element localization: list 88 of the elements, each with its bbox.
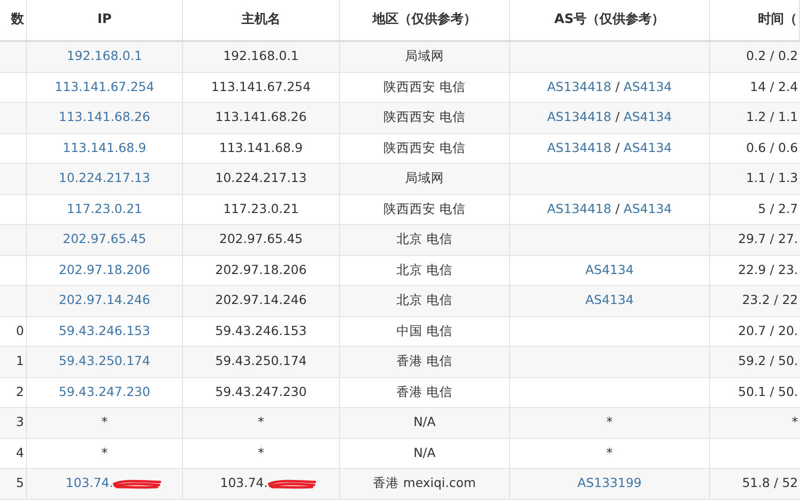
table-cell-text: 202.97.14.246 <box>215 291 307 310</box>
table-cell-text: 59.43.247.230 <box>215 382 307 401</box>
hop-number: 3 <box>16 413 24 432</box>
ip-link[interactable]: 202.97.65.45 <box>62 230 146 250</box>
table-cell-text: 103.74. <box>220 474 268 492</box>
as-link[interactable]: AS4134 <box>624 78 672 97</box>
table-cell-text: N/A <box>413 413 436 432</box>
column-header: AS号（仅供参考） <box>554 11 665 30</box>
table-cell-text: 香港 电信 <box>396 352 452 370</box>
table-cell-text: 22.9 / 23. <box>738 260 798 279</box>
table-cell-text: 50.1 / 50. <box>738 382 798 401</box>
separator: / <box>615 108 620 126</box>
ip-link[interactable]: 103.74. <box>66 474 114 494</box>
separator: / <box>615 200 620 218</box>
table-cell-text: 10.224.217.13 <box>215 169 307 188</box>
ip-link[interactable]: 10.224.217.13 <box>58 169 150 188</box>
table-cell-text: 陕西西安 电信 <box>384 78 466 96</box>
hop-number: 2 <box>16 382 24 401</box>
column-header: 主机名 <box>242 10 280 30</box>
table-cell-text: * <box>792 413 798 432</box>
column-header: IP <box>97 11 112 30</box>
as-link[interactable]: AS4134 <box>624 200 672 219</box>
table-cell-text: 中国 电信 <box>396 322 452 340</box>
table-cell-text: 0.6 / 0.6 <box>746 138 798 157</box>
table-cell-text: 香港 mexiqi.com <box>373 474 476 492</box>
table-cell-text: 局域网 <box>405 47 444 66</box>
ip-link[interactable]: 59.43.250.174 <box>58 352 150 372</box>
column-header: 地区（仅供参考） <box>372 11 476 30</box>
as-link[interactable]: AS4134 <box>585 260 634 280</box>
as-link[interactable]: AS4134 <box>585 291 634 310</box>
as-link[interactable]: AS4134 <box>624 108 672 128</box>
ip-link[interactable]: 117.23.0.21 <box>66 200 142 219</box>
table-cell-text: * <box>101 413 108 432</box>
table-cell-text: 29.7 / 27. <box>738 230 798 248</box>
table-cell-text: 117.23.0.21 <box>223 200 299 218</box>
hop-number: 4 <box>16 444 24 462</box>
table-cell-text: 59.2 / 50. <box>738 352 798 370</box>
table-cell-text: 14 / 2.4 <box>750 78 798 96</box>
ip-link[interactable]: 192.168.0.1 <box>66 47 142 66</box>
table-cell-text: 113.141.67.254 <box>211 78 311 96</box>
table-cell-text: 0.2 / 0.2 <box>746 47 798 66</box>
separator: / <box>615 138 620 157</box>
ip-link[interactable]: 113.141.68.26 <box>58 108 150 128</box>
table-cell-text: 北京 电信 <box>396 230 452 248</box>
table-cell-text: 陕西西安 电信 <box>384 108 466 126</box>
table-cell-text: 北京 电信 <box>396 291 452 310</box>
table-cell-text: 陕西西安 电信 <box>384 200 466 218</box>
table-cell-text: 59.43.246.153 <box>215 322 307 340</box>
table-cell-text: 20.7 / 20. <box>738 322 798 340</box>
table-cell-text: * <box>258 413 264 432</box>
table-cell-text: 59.43.250.174 <box>215 352 307 370</box>
table-cell-text: 113.141.68.9 <box>219 138 303 157</box>
ip-link[interactable]: 202.97.18.206 <box>58 260 150 280</box>
ip-link[interactable]: 113.141.68.9 <box>62 138 146 158</box>
table-cell-text: 5 / 2.7 <box>758 200 798 218</box>
table-cell-text: 23.2 / 22 <box>742 291 798 310</box>
table-cell-text: 1.1 / 1.3 <box>746 169 798 188</box>
ip-link[interactable]: 113.141.67.254 <box>54 78 154 97</box>
table-cell-text: 陕西西安 电信 <box>384 138 466 157</box>
table-cell-text: 局域网 <box>405 169 444 188</box>
table-cell-text: 香港 电信 <box>396 382 452 401</box>
hop-number: 0 <box>16 322 24 340</box>
column-header: 数 <box>11 11 24 30</box>
as-link[interactable]: AS134418 <box>547 108 612 128</box>
column-header: 时间（ <box>758 11 797 30</box>
separator: / <box>615 78 620 96</box>
table-cell-text: * <box>258 444 264 462</box>
table-cell-text: 202.97.65.45 <box>219 230 303 248</box>
as-link[interactable]: AS133199 <box>577 474 642 494</box>
as-link[interactable]: AS4134 <box>624 138 672 158</box>
as-link[interactable]: AS134418 <box>547 200 612 219</box>
table-cell-text: * <box>606 413 613 432</box>
table-cell-text: 北京 电信 <box>396 260 452 279</box>
hop-number: 5 <box>16 474 24 492</box>
table-cell-text: 113.141.68.26 <box>215 108 307 126</box>
as-link[interactable]: AS134418 <box>547 138 612 158</box>
ip-link[interactable]: 59.43.246.153 <box>58 322 150 341</box>
table-cell-text: 51.8 / 52 <box>742 474 798 492</box>
table-cell-text: 192.168.0.1 <box>223 47 299 66</box>
ip-link[interactable]: 59.43.247.230 <box>58 382 150 402</box>
table-cell-text: 202.97.18.206 <box>215 260 307 279</box>
table-cell-text: 1.2 / 1.1 <box>746 108 798 126</box>
table-cell-text: * <box>101 444 108 462</box>
table-cell-text: N/A <box>413 444 436 462</box>
table-cell-text: * <box>606 444 613 462</box>
ip-link[interactable]: 202.97.14.246 <box>58 291 150 310</box>
hop-number: 1 <box>16 352 24 370</box>
as-link[interactable]: AS134418 <box>547 78 612 97</box>
